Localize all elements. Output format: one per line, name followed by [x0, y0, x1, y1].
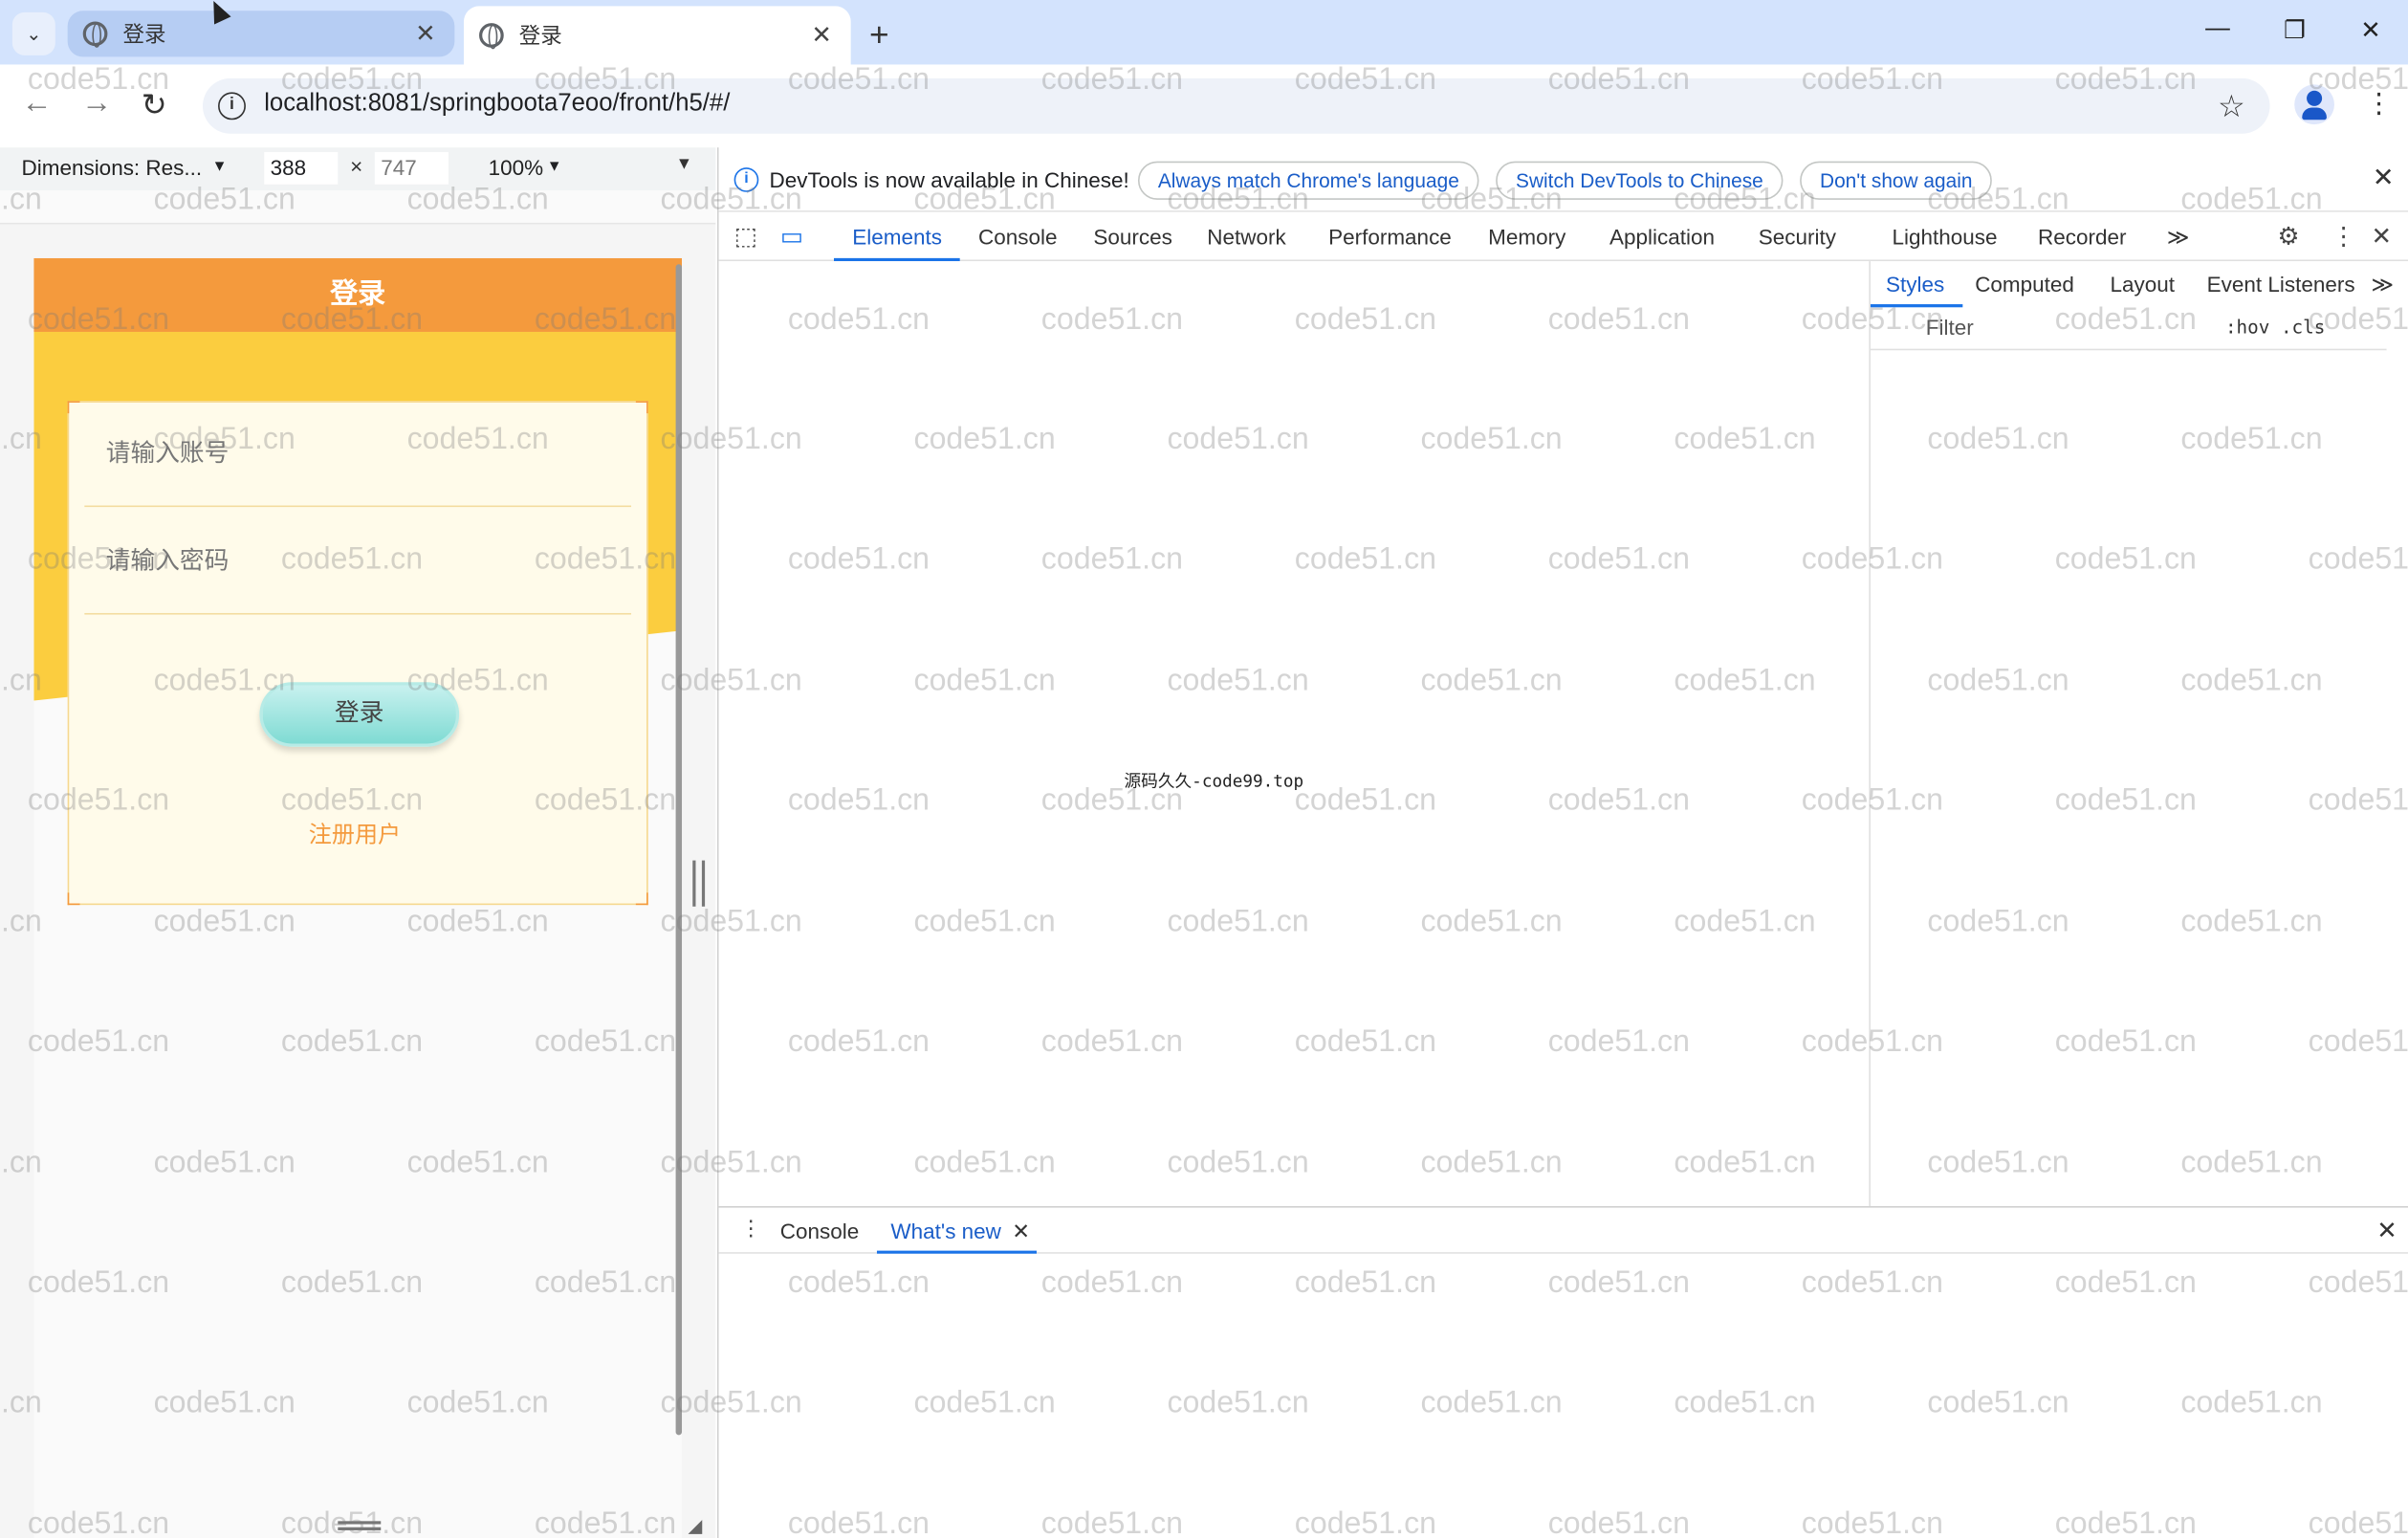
- login-button[interactable]: 登录: [259, 682, 460, 747]
- drawer-tab-console[interactable]: Console: [780, 1219, 860, 1243]
- corner-resize-icon[interactable]: ◢: [688, 1515, 702, 1536]
- tab-title: 登录: [122, 21, 166, 47]
- dont-show-again-button[interactable]: Don't show again: [1800, 161, 1993, 200]
- tab-network[interactable]: Network: [1207, 225, 1285, 250]
- tab-security[interactable]: Security: [1759, 225, 1836, 250]
- drawer-tab-close-icon[interactable]: ✕: [1012, 1219, 1030, 1244]
- password-input[interactable]: 请输入密码: [84, 510, 632, 615]
- more-tabs-icon[interactable]: ≫: [2167, 225, 2190, 251]
- dimensions-dropdown-icon[interactable]: ▼: [212, 158, 228, 175]
- devtools-tabbar: ⬚ ▭ Elements Console Sources Network Per…: [718, 212, 2408, 262]
- tab-search-button[interactable]: ⌄: [11, 11, 55, 55]
- tab-console[interactable]: Console: [978, 225, 1058, 250]
- tab-title: 登录: [518, 23, 562, 48]
- drawer-close-icon[interactable]: ✕: [2376, 1216, 2397, 1246]
- inspect-element-icon[interactable]: ⬚: [734, 221, 757, 252]
- elements-content-text: 源码久久-code99.top: [1124, 771, 1304, 792]
- filter-placeholder: Filter: [1925, 315, 1974, 341]
- tab-sources[interactable]: Sources: [1093, 225, 1171, 250]
- hov-cls-toggles[interactable]: :hov .cls: [2225, 317, 2325, 338]
- styles-sidebar: Styles Computed Layout Event Listeners ≫…: [1869, 261, 2408, 1207]
- login-card: 请输入账号 请输入密码 登录 注册用户: [67, 401, 648, 906]
- corner-decoration: [635, 401, 648, 414]
- tab-application[interactable]: Application: [1609, 225, 1715, 250]
- globe-icon: [82, 21, 108, 48]
- settings-gear-icon[interactable]: ⚙: [2278, 221, 2300, 252]
- tab-computed[interactable]: Computed: [1975, 272, 2074, 297]
- bookmark-star-icon[interactable]: ☆: [2218, 88, 2245, 126]
- tab-recorder[interactable]: Recorder: [2038, 225, 2126, 250]
- browser-tab-1[interactable]: 登录 ✕: [67, 11, 455, 57]
- devtools-close-icon[interactable]: ✕: [2372, 221, 2393, 252]
- close-window-button[interactable]: ✕: [2360, 15, 2381, 46]
- tab-styles[interactable]: Styles: [1886, 272, 1944, 297]
- device-toolbar: Dimensions: Res... ▼ 388 × 747 100% ▼ ▼: [0, 147, 716, 191]
- site-info-icon[interactable]: i: [218, 92, 246, 121]
- device-options-icon[interactable]: ▼: [676, 155, 692, 173]
- corner-decoration: [635, 892, 648, 906]
- devtools-drawer-tabbar: ⋮ Console What's new ✕ ✕: [718, 1206, 2408, 1254]
- tab-lighthouse[interactable]: Lighthouse: [1892, 225, 1997, 250]
- infobar-close-icon[interactable]: ✕: [2373, 163, 2395, 193]
- new-tab-button[interactable]: +: [869, 15, 889, 55]
- height-input[interactable]: 747: [374, 152, 449, 185]
- restore-button[interactable]: ❐: [2284, 15, 2306, 46]
- info-icon: i: [733, 167, 759, 192]
- tab-layout[interactable]: Layout: [2111, 272, 2176, 297]
- url-text[interactable]: localhost:8081/springboota7eoo/front/h5/…: [264, 91, 730, 119]
- infobar-message: DevTools is now available in Chinese!: [769, 167, 1129, 192]
- dimensions-select[interactable]: Dimensions: Res...: [21, 155, 202, 180]
- address-bar[interactable]: i localhost:8081/springboota7eoo/front/h…: [202, 77, 2270, 134]
- globe-icon: [479, 23, 504, 50]
- zoom-dropdown-icon[interactable]: ▼: [547, 158, 562, 175]
- account-input[interactable]: 请输入账号: [84, 403, 632, 508]
- devtools-infobar: i DevTools is now available in Chinese! …: [718, 147, 2408, 212]
- tab-event-listeners[interactable]: Event Listeners: [2207, 272, 2355, 297]
- browser-tab-2[interactable]: 登录 ✕: [463, 6, 851, 65]
- more-sidebar-tabs-icon[interactable]: ≫: [2372, 272, 2395, 297]
- devtools-panel: i DevTools is now available in Chinese! …: [716, 147, 2408, 1538]
- chevron-down-icon: ⌄: [26, 23, 42, 45]
- zoom-select[interactable]: 100%: [489, 155, 544, 180]
- device-toolbar-toggle-icon[interactable]: ▭: [780, 221, 803, 252]
- minimize-button[interactable]: —: [2205, 15, 2230, 43]
- media-query-ruler: [0, 190, 716, 225]
- tab-memory[interactable]: Memory: [1488, 225, 1565, 250]
- tab-close-icon[interactable]: ✕: [408, 18, 442, 49]
- always-match-language-button[interactable]: Always match Chrome's language: [1137, 161, 1479, 200]
- elements-pane: 源码久久-code99.top: [718, 261, 1870, 1207]
- page-title: 登录: [33, 257, 683, 332]
- tab-performance[interactable]: Performance: [1328, 225, 1452, 250]
- forward-button[interactable]: →: [81, 86, 112, 121]
- switch-to-chinese-button[interactable]: Switch DevTools to Chinese: [1496, 161, 1784, 200]
- mobile-viewport: 登录 请输入账号 请输入密码 登录 注册用户: [33, 257, 683, 1538]
- browser-titlebar: ⌄ 登录 ✕ 登录 ✕ + — ❐ ✕: [0, 0, 2408, 65]
- height-resize-handle[interactable]: [338, 1521, 382, 1530]
- devtools-menu-icon[interactable]: ⋮: [2331, 221, 2356, 252]
- browser-menu-icon[interactable]: ⋮: [2365, 88, 2393, 121]
- corner-decoration: [67, 892, 80, 906]
- width-resize-handle[interactable]: [692, 860, 706, 907]
- tab-elements[interactable]: Elements: [852, 225, 942, 250]
- register-link[interactable]: 注册用户: [69, 818, 640, 850]
- drawer-tab-whats-new[interactable]: What's new: [890, 1219, 1000, 1243]
- tab-close-icon[interactable]: ✕: [804, 20, 838, 51]
- browser-toolbar: ← → ↻ i localhost:8081/springboota7eoo/f…: [0, 64, 2408, 148]
- reload-button[interactable]: ↻: [142, 86, 167, 124]
- styles-filter-input[interactable]: Filter :hov .cls: [1870, 307, 2387, 351]
- drawer-content: [718, 1253, 2408, 1538]
- drawer-menu-icon[interactable]: ⋮: [740, 1216, 761, 1241]
- viewport-scrollbar[interactable]: [675, 264, 683, 1436]
- times-sign: ×: [350, 153, 363, 179]
- corner-decoration: [67, 401, 80, 414]
- back-button[interactable]: ←: [21, 86, 52, 121]
- width-input[interactable]: 388: [264, 152, 339, 185]
- profile-avatar-icon[interactable]: [2294, 84, 2334, 125]
